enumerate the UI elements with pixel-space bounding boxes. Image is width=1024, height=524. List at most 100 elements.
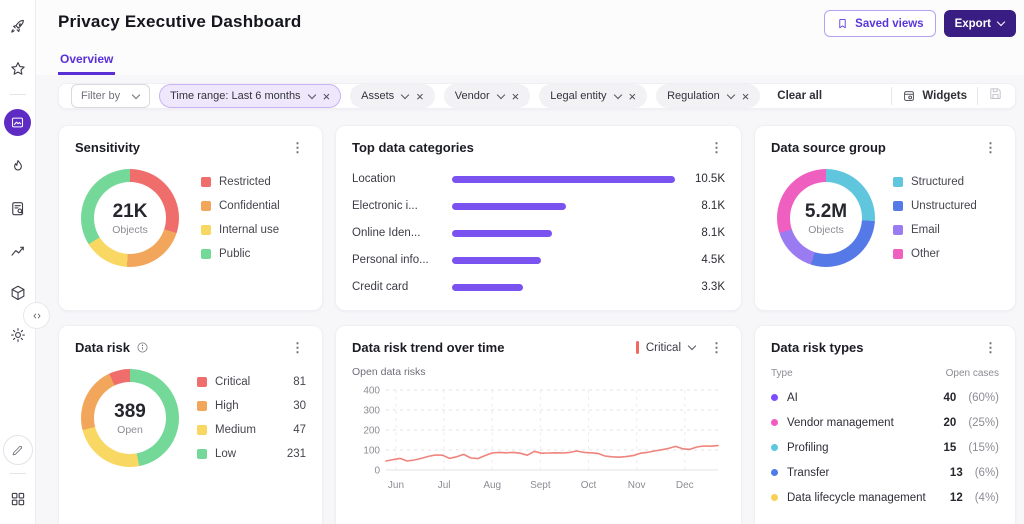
bar-row: Location 10.5K [352, 173, 725, 185]
types-table: AI 40 (60%) Vendor management 20 (25%) Profili… [771, 385, 999, 510]
type-share: (4%) [974, 491, 999, 504]
chevron-down-icon [307, 90, 316, 99]
bar-label: Electronic i... [352, 200, 418, 212]
kebab-menu-icon[interactable]: ⋮ [982, 141, 999, 154]
rocket-icon[interactable] [7, 16, 29, 38]
card-title: Data risk types [771, 340, 864, 355]
card-data-risk: Data risk ⋮ 389 Open Critical 81 High 30 Med… [58, 325, 323, 524]
legend-label: Internal use [219, 224, 280, 236]
widgets-button[interactable]: Widgets [902, 89, 967, 103]
export-button[interactable]: Export [943, 10, 1016, 37]
svg-text:100: 100 [363, 446, 380, 457]
data-source-donut-chart[interactable]: 5.2M Objects [777, 169, 875, 267]
legend-label: Email [911, 224, 940, 236]
card-data-risk-trend: Data risk trend over time Critical ⋮ Ope… [335, 325, 742, 524]
type-dot [771, 469, 778, 476]
chip-remove-icon[interactable]: × [512, 90, 520, 103]
type-label: AI [787, 391, 798, 404]
filter-chip-assets[interactable]: Assets × [350, 84, 435, 108]
donut-value: 21K [112, 200, 148, 222]
star-icon[interactable] [7, 58, 29, 80]
kebab-menu-icon[interactable]: ⋮ [982, 341, 999, 354]
saved-views-button[interactable]: Saved views [824, 10, 936, 37]
bar-label: Credit card [352, 281, 409, 293]
svg-text:200: 200 [363, 426, 380, 437]
kebab-menu-icon[interactable]: ⋮ [708, 141, 725, 154]
legend-item: Confidential [201, 200, 306, 212]
filter-chips: Time range: Last 6 months × Assets × Vendor ×… [159, 84, 761, 108]
sidebar-collapse-button[interactable] [23, 302, 50, 329]
cube-icon[interactable] [7, 282, 29, 304]
save-icon[interactable] [988, 86, 1003, 106]
data-risk-donut-chart[interactable]: 389 Open [81, 369, 179, 467]
sidebar-divider [9, 94, 26, 95]
tab-overview[interactable]: Overview [58, 52, 116, 75]
filter-bar: Filter by Time range: Last 6 months × Asse… [58, 83, 1016, 109]
type-row[interactable]: Vendor management 20 (25%) [771, 410, 999, 435]
bar[interactable] [452, 229, 675, 237]
legend-label: High [215, 400, 239, 412]
chip-remove-icon[interactable]: × [629, 90, 637, 103]
card-data-risk-types: Data risk types ⋮ Type Open cases AI 40 (6… [754, 325, 1016, 524]
legend-value: 47 [293, 424, 306, 436]
svg-text:Jul: Jul [438, 480, 451, 491]
severity-selector[interactable]: Critical [635, 341, 697, 354]
trend-icon[interactable] [7, 240, 29, 262]
legend-swatch [893, 201, 903, 211]
clear-all-button[interactable]: Clear all [777, 90, 822, 102]
card-title: Data risk trend over time [352, 340, 505, 355]
filter-chip-time-range-last-6-months[interactable]: Time range: Last 6 months × [159, 84, 342, 108]
type-row[interactable]: Data lifecycle management 12 (4%) [771, 485, 999, 510]
sensitivity-donut-chart[interactable]: 21K Objects [81, 169, 179, 267]
kebab-menu-icon[interactable]: ⋮ [289, 141, 306, 154]
types-table-header: Type Open cases [771, 368, 999, 379]
type-share: (15%) [968, 441, 999, 454]
type-row[interactable]: AI 40 (60%) [771, 385, 999, 410]
svg-text:0: 0 [374, 466, 380, 477]
filter-chip-vendor[interactable]: Vendor × [443, 84, 531, 108]
flame-icon[interactable] [7, 156, 29, 178]
svg-text:Nov: Nov [628, 480, 646, 491]
bar[interactable] [452, 202, 675, 210]
info-icon[interactable] [136, 341, 149, 354]
type-row[interactable]: Profiling 15 (15%) [771, 435, 999, 460]
type-label: Transfer [787, 466, 830, 479]
legend-item: Critical 81 [197, 376, 306, 388]
kebab-menu-icon[interactable]: ⋮ [289, 341, 306, 354]
pencil-icon[interactable] [2, 435, 33, 465]
legend-label: Critical [215, 376, 251, 388]
type-value: 20 [943, 416, 957, 429]
legend-swatch [201, 177, 211, 187]
legend-value: 231 [286, 448, 306, 460]
legend-label: Structured [911, 176, 965, 188]
widgets-icon [904, 91, 915, 101]
bar[interactable] [452, 283, 675, 291]
donut-label: Objects [808, 223, 844, 236]
chip-remove-icon[interactable]: × [742, 90, 750, 103]
severity-color-bar [635, 341, 639, 354]
categories-bar-chart: Location 10.5K Electronic i... 8.1K Online I… [352, 173, 725, 293]
bar-row: Credit card 3.3K [352, 281, 725, 293]
card-title: Sensitivity [75, 140, 141, 155]
card-top-data-categories: Top data categories ⋮ Location 10.5K Elect… [335, 125, 742, 311]
svg-text:Sept: Sept [530, 480, 551, 491]
filter-by-dropdown[interactable]: Filter by [71, 84, 151, 108]
card-title: Data risk [75, 340, 149, 355]
dashboard-icon[interactable] [4, 109, 31, 136]
trend-line-chart[interactable]: Jun Jul Aug Sept Oct Nov Dec 0 100 200 300 400 [352, 380, 725, 502]
gear-icon[interactable] [7, 324, 29, 346]
report-search-icon[interactable] [7, 198, 29, 220]
column-type: Type [771, 368, 793, 379]
bar-value: 4.5K [701, 254, 725, 266]
apps-grid-icon[interactable] [7, 488, 29, 510]
filter-chip-regulation[interactable]: Regulation × [656, 84, 761, 108]
bar[interactable] [452, 256, 675, 264]
kebab-menu-icon[interactable]: ⋮ [708, 341, 725, 354]
legend-swatch [893, 249, 903, 259]
type-value: 13 [949, 466, 963, 479]
filter-chip-legal-entity[interactable]: Legal entity × [539, 84, 648, 108]
type-row[interactable]: Transfer 13 (6%) [771, 460, 999, 485]
chip-remove-icon[interactable]: × [323, 90, 331, 103]
chip-remove-icon[interactable]: × [416, 90, 424, 103]
bar[interactable] [452, 175, 675, 183]
